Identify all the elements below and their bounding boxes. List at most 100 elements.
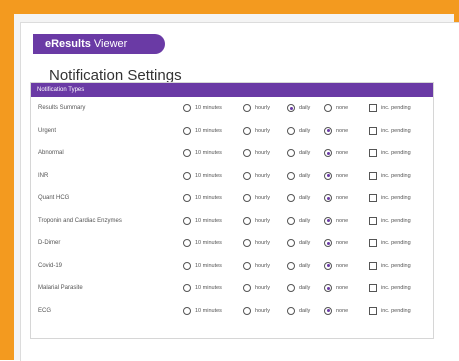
radio-button[interactable] bbox=[287, 284, 295, 292]
radio-option-daily[interactable]: daily bbox=[287, 124, 310, 138]
radio-option-hourly[interactable]: hourly bbox=[243, 236, 270, 250]
radio-option-hourly[interactable]: hourly bbox=[243, 281, 270, 295]
radio-option-daily[interactable]: daily bbox=[287, 259, 310, 273]
radio-option-none[interactable]: none bbox=[324, 214, 348, 228]
inc-pending-checkbox-group[interactable]: inc. pending bbox=[369, 304, 411, 318]
radio-option-hourly[interactable]: hourly bbox=[243, 259, 270, 273]
radio-button[interactable] bbox=[324, 171, 332, 180]
radio-option-daily[interactable]: daily bbox=[287, 169, 310, 183]
radio-button[interactable] bbox=[243, 171, 251, 180]
radio-button[interactable] bbox=[243, 126, 251, 135]
radio-button[interactable] bbox=[183, 261, 191, 270]
checkbox[interactable] bbox=[369, 126, 377, 135]
radio-button[interactable] bbox=[183, 194, 191, 202]
checkbox[interactable] bbox=[369, 104, 377, 112]
radio-button[interactable] bbox=[243, 149, 251, 157]
radio-option-none[interactable]: none bbox=[324, 101, 348, 115]
radio-option-daily[interactable]: daily bbox=[287, 101, 310, 115]
radio-option-ten-minutes[interactable]: 10 minutes bbox=[183, 259, 222, 273]
radio-option-daily[interactable]: daily bbox=[287, 304, 310, 318]
radio-option-none[interactable]: none bbox=[324, 169, 348, 183]
radio-button[interactable] bbox=[287, 306, 295, 315]
radio-button[interactable] bbox=[183, 239, 191, 247]
radio-option-none[interactable]: none bbox=[324, 146, 348, 160]
radio-button[interactable] bbox=[324, 126, 332, 135]
radio-button[interactable] bbox=[324, 239, 332, 247]
radio-button[interactable] bbox=[243, 306, 251, 315]
radio-option-daily[interactable]: daily bbox=[287, 236, 310, 250]
radio-button[interactable] bbox=[324, 104, 332, 112]
radio-option-hourly[interactable]: hourly bbox=[243, 124, 270, 138]
radio-button[interactable] bbox=[324, 261, 332, 270]
inc-pending-checkbox-group[interactable]: inc. pending bbox=[369, 101, 411, 115]
checkbox[interactable] bbox=[369, 194, 377, 202]
radio-option-daily[interactable]: daily bbox=[287, 146, 310, 160]
radio-option-hourly[interactable]: hourly bbox=[243, 146, 270, 160]
checkbox[interactable] bbox=[369, 239, 377, 247]
radio-button[interactable] bbox=[287, 216, 295, 225]
radio-option-hourly[interactable]: hourly bbox=[243, 304, 270, 318]
radio-option-daily[interactable]: daily bbox=[287, 214, 310, 228]
radio-button[interactable] bbox=[183, 284, 191, 292]
radio-button[interactable] bbox=[287, 126, 295, 135]
radio-option-none[interactable]: none bbox=[324, 236, 348, 250]
radio-button[interactable] bbox=[243, 104, 251, 112]
radio-button[interactable] bbox=[324, 284, 332, 292]
radio-button[interactable] bbox=[287, 104, 295, 112]
radio-option-ten-minutes[interactable]: 10 minutes bbox=[183, 304, 222, 318]
radio-button[interactable] bbox=[183, 216, 191, 225]
radio-option-ten-minutes[interactable]: 10 minutes bbox=[183, 281, 222, 295]
radio-button[interactable] bbox=[324, 216, 332, 225]
radio-button[interactable] bbox=[324, 194, 332, 202]
inc-pending-checkbox-group[interactable]: inc. pending bbox=[369, 146, 411, 160]
radio-button[interactable] bbox=[183, 126, 191, 135]
radio-button[interactable] bbox=[287, 261, 295, 270]
radio-option-none[interactable]: none bbox=[324, 281, 348, 295]
inc-pending-checkbox-group[interactable]: inc. pending bbox=[369, 191, 411, 205]
radio-option-hourly[interactable]: hourly bbox=[243, 169, 270, 183]
radio-option-ten-minutes[interactable]: 10 minutes bbox=[183, 214, 222, 228]
checkbox[interactable] bbox=[369, 216, 377, 225]
radio-option-ten-minutes[interactable]: 10 minutes bbox=[183, 124, 222, 138]
checkbox[interactable] bbox=[369, 171, 377, 180]
radio-option-ten-minutes[interactable]: 10 minutes bbox=[183, 169, 222, 183]
checkbox[interactable] bbox=[369, 149, 377, 157]
inc-pending-checkbox-group[interactable]: inc. pending bbox=[369, 124, 411, 138]
inc-pending-checkbox-group[interactable]: inc. pending bbox=[369, 214, 411, 228]
radio-option-none[interactable]: none bbox=[324, 191, 348, 205]
radio-option-ten-minutes[interactable]: 10 minutes bbox=[183, 146, 222, 160]
radio-option-ten-minutes[interactable]: 10 minutes bbox=[183, 101, 222, 115]
radio-button[interactable] bbox=[243, 284, 251, 292]
radio-option-hourly[interactable]: hourly bbox=[243, 191, 270, 205]
radio-option-hourly[interactable]: hourly bbox=[243, 214, 270, 228]
radio-button[interactable] bbox=[324, 306, 332, 315]
radio-option-daily[interactable]: daily bbox=[287, 281, 310, 295]
radio-button[interactable] bbox=[243, 194, 251, 202]
radio-button[interactable] bbox=[287, 194, 295, 202]
radio-button[interactable] bbox=[243, 239, 251, 247]
radio-option-daily[interactable]: daily bbox=[287, 191, 310, 205]
radio-button[interactable] bbox=[183, 306, 191, 315]
inc-pending-checkbox-group[interactable]: inc. pending bbox=[369, 169, 411, 183]
inc-pending-checkbox-group[interactable]: inc. pending bbox=[369, 259, 411, 273]
radio-option-hourly[interactable]: hourly bbox=[243, 101, 270, 115]
checkbox[interactable] bbox=[369, 284, 377, 292]
radio-button[interactable] bbox=[287, 239, 295, 247]
inc-pending-checkbox-group[interactable]: inc. pending bbox=[369, 281, 411, 295]
radio-button[interactable] bbox=[243, 216, 251, 225]
radio-button[interactable] bbox=[183, 171, 191, 180]
radio-option-none[interactable]: none bbox=[324, 304, 348, 318]
radio-option-ten-minutes[interactable]: 10 minutes bbox=[183, 236, 222, 250]
checkbox[interactable] bbox=[369, 306, 377, 315]
radio-option-ten-minutes[interactable]: 10 minutes bbox=[183, 191, 222, 205]
checkbox[interactable] bbox=[369, 261, 377, 270]
radio-button[interactable] bbox=[243, 261, 251, 270]
radio-button[interactable] bbox=[183, 149, 191, 157]
radio-option-none[interactable]: none bbox=[324, 259, 348, 273]
radio-button[interactable] bbox=[183, 104, 191, 112]
radio-button[interactable] bbox=[287, 171, 295, 180]
radio-button[interactable] bbox=[287, 149, 295, 157]
radio-option-none[interactable]: none bbox=[324, 124, 348, 138]
radio-button[interactable] bbox=[324, 149, 332, 157]
inc-pending-checkbox-group[interactable]: inc. pending bbox=[369, 236, 411, 250]
